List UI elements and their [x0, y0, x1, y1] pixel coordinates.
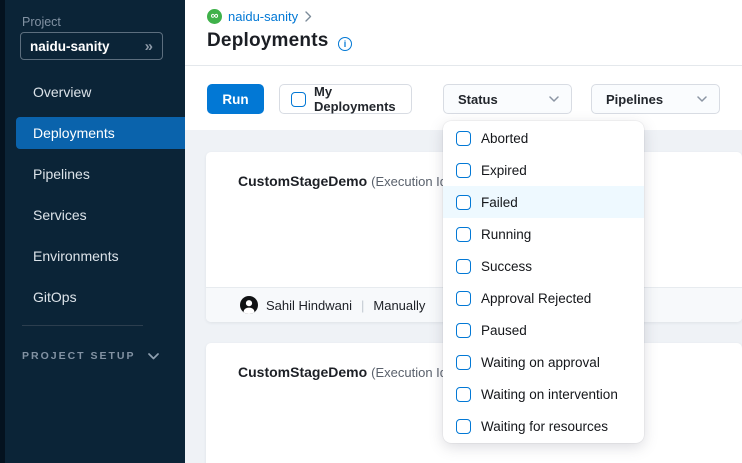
checkbox[interactable] — [456, 387, 471, 402]
chevron-down-icon — [549, 96, 559, 102]
menu-item-success[interactable]: Success — [443, 250, 644, 282]
menu-item-label: Aborted — [481, 131, 528, 146]
project-selector-value: naidu-sanity — [30, 39, 145, 54]
footer-separator: | — [361, 298, 364, 313]
breadcrumb-project-link[interactable]: naidu-sanity — [228, 9, 298, 24]
pipeline-name-text: CustomStageDemo — [238, 364, 367, 380]
execution-id-text: (Execution Id — [371, 174, 447, 189]
project-setup-label: PROJECT SETUP — [22, 350, 136, 362]
sidebar: Project naidu-sanity » Overview Deployme… — [0, 0, 185, 463]
sidebar-item-deployments[interactable]: Deployments — [16, 117, 185, 149]
my-deployments-checkbox[interactable] — [291, 92, 306, 107]
checkbox[interactable] — [456, 259, 471, 274]
expand-project-icon[interactable]: » — [145, 38, 153, 55]
menu-item-waiting-on-approval[interactable]: Waiting on approval — [443, 346, 644, 378]
my-deployments-label: My Deployments — [314, 84, 411, 114]
chevron-down-icon — [697, 96, 707, 102]
checkbox[interactable] — [456, 163, 471, 178]
menu-item-label: Expired — [481, 163, 527, 178]
pipelines-filter-dropdown[interactable]: Pipelines — [591, 84, 720, 114]
checkbox[interactable] — [456, 131, 471, 146]
menu-item-paused[interactable]: Paused — [443, 314, 644, 346]
status-filter-dropdown[interactable]: Status — [443, 84, 572, 114]
sidebar-divider — [22, 325, 143, 326]
menu-item-running[interactable]: Running — [443, 218, 644, 250]
trigger-type: Manually — [373, 298, 425, 313]
menu-item-aborted[interactable]: Aborted — [443, 122, 644, 154]
run-button[interactable]: Run — [207, 84, 264, 114]
checkbox[interactable] — [456, 323, 471, 338]
chevron-down-icon — [148, 353, 159, 360]
menu-item-label: Waiting on intervention — [481, 387, 618, 402]
pipeline-name: CustomStageDemo (Execution Id — [238, 173, 447, 189]
pipeline-name-text: CustomStageDemo — [238, 173, 367, 189]
menu-item-expired[interactable]: Expired — [443, 154, 644, 186]
sidebar-item-gitops[interactable]: GitOps — [0, 281, 185, 313]
my-deployments-toggle[interactable]: My Deployments — [279, 84, 412, 114]
menu-item-failed[interactable]: Failed — [443, 186, 644, 218]
sidebar-item-environments[interactable]: Environments — [0, 240, 185, 272]
info-icon[interactable]: i — [338, 37, 352, 51]
menu-item-waiting-on-intervention[interactable]: Waiting on intervention — [443, 378, 644, 410]
breadcrumb: ∞ naidu-sanity — [207, 8, 312, 24]
sidebar-item-pipelines[interactable]: Pipelines — [0, 158, 185, 190]
checkbox[interactable] — [456, 195, 471, 210]
menu-item-label: Paused — [481, 323, 527, 338]
pipelines-filter-label: Pipelines — [606, 92, 663, 107]
cd-module-icon: ∞ — [207, 9, 222, 24]
menu-item-waiting-for-resources[interactable]: Waiting for resources — [443, 410, 644, 442]
project-label: Project — [22, 15, 61, 29]
checkbox[interactable] — [456, 419, 471, 434]
sidebar-item-services[interactable]: Services — [0, 199, 185, 231]
project-selector[interactable]: naidu-sanity » — [20, 32, 163, 60]
menu-item-label: Failed — [481, 195, 518, 210]
execution-id-text: (Execution Id — [371, 365, 447, 380]
sidebar-nav: Overview Deployments Pipelines Services … — [0, 76, 185, 322]
project-setup-section[interactable]: PROJECT SETUP — [22, 350, 159, 362]
menu-item-approval-rejected[interactable]: Approval Rejected — [443, 282, 644, 314]
page-title: Deployments — [207, 30, 329, 52]
avatar — [240, 296, 258, 314]
menu-item-label: Waiting for resources — [481, 419, 608, 434]
trigger-author: Sahil Hindwani — [266, 298, 352, 313]
sidebar-item-overview[interactable]: Overview — [0, 76, 185, 108]
header-divider — [185, 65, 742, 66]
chevron-right-icon — [305, 11, 312, 22]
main-content: CustomStageDemo (Execution Id Sahil Hindw… — [185, 0, 742, 463]
menu-item-label: Approval Rejected — [481, 291, 591, 306]
pipeline-name: CustomStageDemo (Execution Id — [238, 364, 447, 380]
menu-item-label: Waiting on approval — [481, 355, 600, 370]
menu-item-label: Running — [481, 227, 531, 242]
checkbox[interactable] — [456, 227, 471, 242]
status-filter-label: Status — [458, 92, 498, 107]
menu-item-label: Success — [481, 259, 532, 274]
checkbox[interactable] — [456, 355, 471, 370]
status-filter-menu: Aborted Expired Failed Running Success A… — [443, 121, 644, 443]
checkbox[interactable] — [456, 291, 471, 306]
